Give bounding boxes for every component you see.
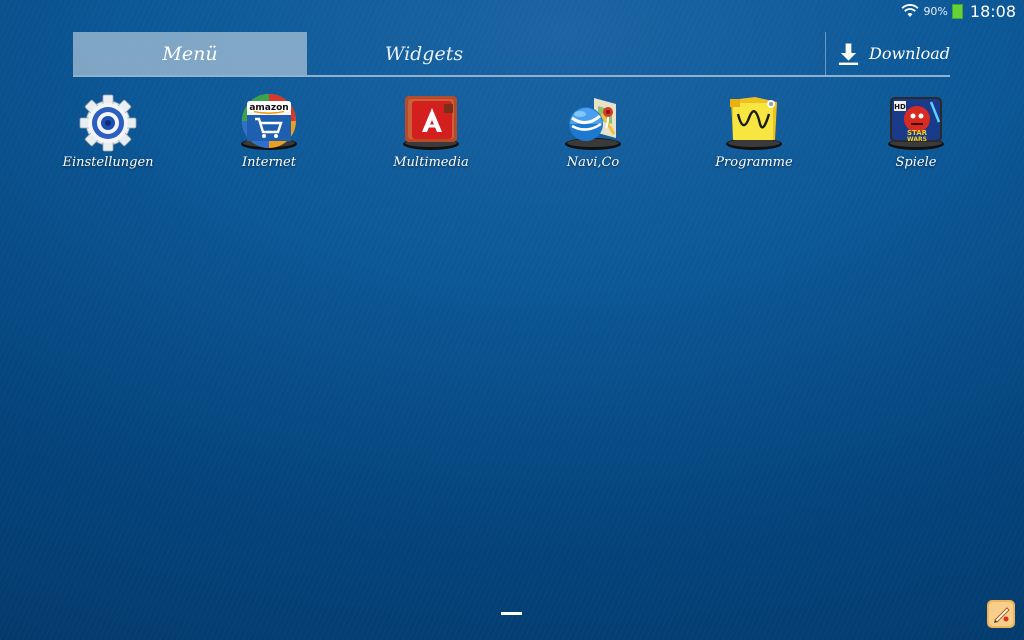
app-programme[interactable]: Programme: [699, 94, 809, 174]
app-einstellungen[interactable]: Einstellungen: [53, 94, 163, 174]
app-spiele[interactable]: HD STAR WARS Spiele: [861, 94, 971, 174]
amazon-folder-icon: amazon: [240, 94, 298, 152]
svg-text:WARS: WARS: [907, 136, 927, 143]
battery-percent: 90%: [923, 4, 948, 18]
svg-text:HD: HD: [894, 103, 906, 111]
download-icon: [838, 43, 859, 65]
tab-widgets[interactable]: Widgets: [307, 32, 541, 75]
app-label: Spiele: [895, 155, 937, 170]
app-navi-co[interactable]: Navi,Co: [538, 94, 648, 174]
tab-menu-label: Menü: [162, 42, 218, 65]
programme-folder-icon: [725, 94, 783, 152]
tab-menu[interactable]: Menü: [73, 32, 307, 75]
wifi-icon: [901, 4, 919, 17]
download-label: Download: [869, 44, 950, 63]
multimedia-folder-icon: [402, 94, 460, 152]
app-label: Navi,Co: [566, 155, 620, 170]
app-label: Multimedia: [393, 155, 469, 170]
app-label: Programme: [715, 155, 793, 170]
app-label: Einstellungen: [62, 155, 154, 170]
games-folder-icon: HD STAR WARS: [887, 94, 945, 152]
settings-gear-icon: [79, 94, 137, 152]
app-label: Internet: [242, 155, 296, 170]
tab-widgets-label: Widgets: [384, 42, 464, 65]
status-bar: 90% 18:08: [0, 0, 1024, 22]
battery-icon: [951, 3, 963, 19]
page-indicator: [501, 612, 522, 615]
corner-app-shortcut[interactable]: [986, 599, 1016, 629]
app-multimedia[interactable]: Multimedia: [376, 94, 486, 174]
tab-bar: Menü Widgets Download: [73, 32, 950, 77]
pen-edit-app-icon: [987, 600, 1015, 628]
status-clock: 18:08: [969, 1, 1016, 21]
maps-folder-icon: [564, 94, 622, 152]
app-internet[interactable]: amazon Internet: [214, 94, 324, 174]
download-button[interactable]: Download: [825, 32, 950, 75]
